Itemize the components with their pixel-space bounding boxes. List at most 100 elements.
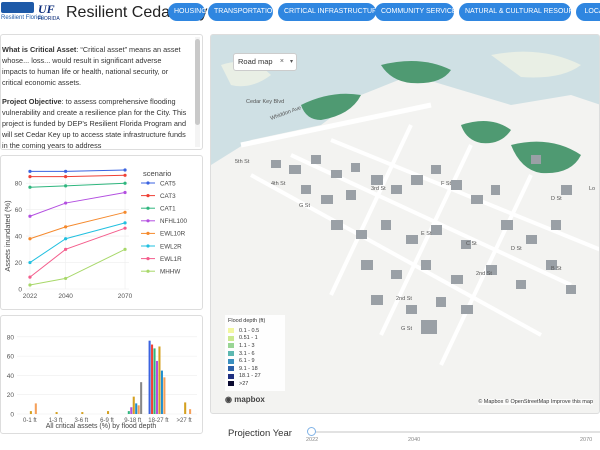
street-label: 3rd St — [371, 186, 386, 192]
x-tick-label: 3-6 ft — [74, 418, 88, 424]
bar — [151, 344, 154, 414]
legend-label: EWL2R — [160, 243, 182, 250]
line-legend-title: scenario — [143, 169, 171, 178]
legend-swatch — [228, 381, 234, 387]
bar — [132, 396, 135, 414]
street-label: 2nd St — [476, 271, 492, 277]
nav-critical-infrastructure[interactable]: CRITICAL INFRASTRUCTURE — [278, 3, 382, 21]
street-label: F St — [441, 181, 452, 187]
street-label: Lo — [589, 186, 595, 192]
bar — [153, 348, 156, 414]
series-line — [29, 169, 126, 172]
legend-label: 0.1 - 0.5 — [239, 327, 260, 334]
legend-row: 3.1 - 6 — [228, 350, 282, 358]
map-view[interactable]: Cedar Key Blvd Whiddon Ave 5th St 4th St… — [210, 34, 600, 414]
bar — [158, 346, 161, 414]
legend-row: >27 — [228, 380, 282, 388]
slider-tick-2022: 2022 — [306, 437, 319, 443]
legend-label: MHHW — [160, 269, 180, 276]
nav-transportation[interactable]: TRANSPORTATION — [208, 3, 277, 21]
legend-swatch — [228, 358, 234, 364]
legend-label: EWL10R — [160, 231, 186, 238]
legend-swatch — [228, 351, 234, 357]
data-point — [64, 184, 68, 188]
x-tick-label: 2022 — [23, 293, 38, 300]
objective-paragraph: Project Objective: to assess comprehensi… — [2, 96, 198, 149]
data-point — [64, 247, 68, 251]
mapbox-logo[interactable]: ◉ mapbox — [225, 395, 265, 404]
slider-tick-2070: 2070 — [580, 437, 593, 443]
projection-year-handle[interactable] — [307, 427, 316, 436]
legend-label: 3.1 - 6 — [239, 350, 255, 357]
bar — [163, 377, 166, 414]
nav-community-services[interactable]: COMMUNITY SERVICES — [375, 3, 461, 21]
street-label: Cedar Key Blvd — [246, 99, 284, 105]
legend-swatch — [228, 366, 234, 372]
legend-row: 18.1 - 27 — [228, 373, 282, 381]
x-tick-label: >27 ft — [177, 418, 193, 424]
projection-year-slider[interactable] — [312, 431, 600, 433]
legend-marker — [146, 194, 150, 198]
logo-banner — [1, 2, 34, 13]
street-label: 2nd St — [396, 296, 412, 302]
objective-label: Project Objective — [2, 97, 62, 106]
map-style-value: Road map — [238, 57, 273, 66]
data-point — [123, 173, 127, 177]
x-tick-label: 0-1 ft — [23, 418, 37, 424]
legend-marker — [146, 206, 150, 210]
bar-chart-xlabel: All critical assets (%) by flood depth — [46, 423, 157, 430]
legend-label: 9.1 - 18 — [239, 365, 258, 372]
y-tick-label: 20 — [7, 392, 15, 399]
slider-tick-2040: 2040 — [408, 437, 421, 443]
legend-label: 1.1 - 3 — [239, 342, 255, 349]
series-line — [29, 211, 126, 240]
bar — [81, 412, 84, 414]
info-scrollbar-thumb[interactable] — [195, 39, 200, 125]
legend-label: CAT5 — [160, 180, 176, 187]
chevron-down-icon[interactable]: ▾ — [290, 54, 293, 70]
y-tick-label: 80 — [7, 334, 15, 341]
bar — [135, 403, 138, 414]
top-nav: HOUSING TRANSPORTATION CRITICAL INFRASTR… — [168, 3, 600, 21]
series-line — [29, 191, 126, 217]
map-style-select[interactable]: Road map × ▾ — [233, 53, 297, 71]
data-point — [64, 276, 68, 281]
uf-logo-mark: UF — [38, 2, 55, 16]
data-point — [123, 210, 127, 214]
legend-row: 9.1 - 18 — [228, 365, 282, 373]
legend-label: 6.1 - 9 — [239, 358, 255, 365]
legend-label: CAT3 — [160, 193, 176, 200]
series-line — [29, 248, 126, 286]
mapbox-logo-text: mapbox — [234, 395, 265, 404]
bar — [55, 412, 58, 414]
y-tick-label: 60 — [7, 354, 15, 361]
bar-chart: All critical assets (%) by flood depth 0… — [7, 334, 197, 430]
nav-natural-cultural[interactable]: NATURAL & CULTURAL RESOURCES — [459, 3, 588, 21]
legend-marker — [146, 244, 150, 248]
data-point — [123, 190, 127, 195]
clear-icon[interactable]: × — [280, 54, 284, 70]
legend-marker — [146, 181, 150, 185]
y-tick-label: 60 — [15, 207, 23, 214]
legend-label: CAT1 — [160, 206, 176, 213]
critical-asset-label: What is Critical Asset — [2, 45, 77, 54]
line-chart-card: Assets inundated (%) scenario 0 20 40 60 80 2… — [0, 155, 203, 310]
critical-asset-paragraph: What is Critical Asset: “Critical asset”… — [2, 44, 198, 88]
legend-label: 0.51 - 1 — [239, 335, 258, 342]
y-tick-label: 40 — [7, 373, 15, 380]
street-label: D St — [511, 246, 522, 252]
data-point — [64, 169, 68, 173]
nav-housing[interactable]: HOUSING — [168, 3, 207, 21]
map-attribution[interactable]: © Mapbox © OpenStreetMap Improve this ma… — [478, 399, 593, 405]
projection-year-label: Projection Year — [228, 428, 292, 439]
data-point — [123, 181, 127, 185]
legend-label: EWL1R — [160, 256, 182, 263]
series-line — [29, 174, 126, 178]
legend-label: NFHL100 — [160, 218, 187, 225]
legend-swatch — [228, 343, 234, 349]
x-tick-label: 2070 — [118, 293, 133, 300]
bar — [189, 409, 192, 414]
street-label: G St — [299, 203, 310, 209]
nav-local[interactable]: LOCAL — [576, 3, 600, 21]
uf-logo: UF FLORIDA — [38, 2, 60, 24]
